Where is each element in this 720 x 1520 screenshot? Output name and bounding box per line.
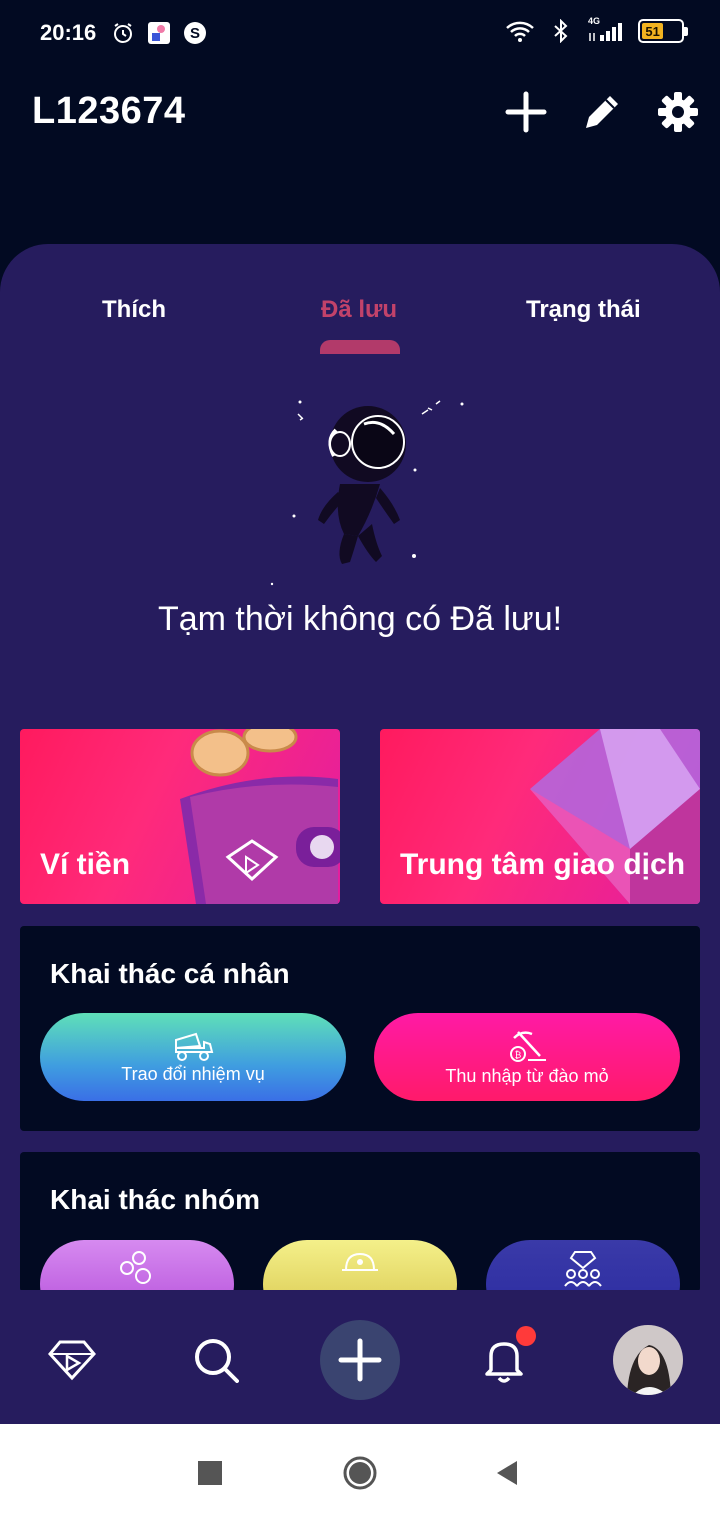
- add-button[interactable]: [502, 88, 550, 136]
- status-right-icons: 4G 51: [504, 16, 688, 44]
- empty-state-message: Tạm thời không có Đã lưu!: [157, 600, 563, 638]
- square-icon: [198, 1461, 222, 1485]
- group-mining-button-3[interactable]: [486, 1240, 680, 1290]
- tab-saved[interactable]: Đã lưu: [321, 296, 397, 324]
- status-left-icons: S: [110, 20, 208, 46]
- home-button[interactable]: [335, 1448, 385, 1498]
- nav-create-button[interactable]: [320, 1320, 400, 1400]
- group-circles-icon: [120, 1251, 151, 1284]
- astronaut-illustration: [270, 400, 464, 586]
- back-button[interactable]: [482, 1448, 532, 1498]
- edit-button[interactable]: [578, 88, 626, 136]
- svg-text:₿: ₿: [515, 1050, 522, 1060]
- group-mining-button-1[interactable]: [40, 1240, 234, 1290]
- mining-income-button[interactable]: ₿ Thu nhập từ đào mỏ: [374, 1013, 680, 1101]
- recent-apps-button[interactable]: [185, 1448, 235, 1498]
- alarm-icon: [110, 20, 136, 46]
- nav-profile[interactable]: [608, 1320, 688, 1400]
- profile-header: L123674: [0, 70, 720, 160]
- group-mining-section: Khai thác nhóm: [20, 1152, 700, 1290]
- personal-mining-title: Khai thác cá nhân: [50, 958, 290, 989]
- bluetooth-icon: [548, 18, 574, 44]
- avatar: [613, 1325, 683, 1395]
- task-exchange-button[interactable]: Trao đổi nhiệm vụ: [40, 1013, 346, 1101]
- status-time: 20:16: [40, 20, 97, 45]
- status-bar: 20:16 S 4G 51: [0, 0, 720, 70]
- network-label: 4G: [588, 16, 601, 26]
- wallet-card[interactable]: Ví tiền: [20, 729, 340, 904]
- diamond-home-icon: [48, 1340, 96, 1381]
- wifi-icon: [504, 18, 536, 44]
- battery-indicator: 51: [638, 19, 688, 43]
- header-actions: [502, 88, 702, 136]
- team-diamond-icon: [564, 1251, 602, 1287]
- helmet-icon: [342, 1252, 378, 1271]
- exchange-center-label: Trung tâm giao dịch: [400, 848, 686, 881]
- s-app-icon: S: [182, 20, 208, 46]
- battery-level: 51: [642, 23, 664, 39]
- add-icon: [338, 1338, 382, 1382]
- bottom-nav: [0, 1290, 720, 1424]
- circle-icon: [343, 1456, 377, 1490]
- personal-mining-section: Khai thác cá nhân Trao đổi nhiệm vụ ₿ Th…: [20, 926, 700, 1131]
- exchange-center-card[interactable]: Trung tâm giao dịch: [380, 729, 700, 904]
- back-triangle-icon: [497, 1461, 517, 1485]
- nav-search[interactable]: [176, 1320, 256, 1400]
- tab-bar: Thích Đã lưu Trạng thái: [0, 296, 720, 366]
- dump-truck-icon: [175, 1032, 214, 1061]
- wallet-label: Ví tiền: [40, 848, 131, 881]
- pickaxe-coin-icon: ₿: [510, 1030, 546, 1062]
- content-panel: Thích Đã lưu Trạng thái Tạm thời không c…: [0, 244, 720, 1290]
- system-nav-bar: [0, 1424, 720, 1520]
- group-mining-button-2[interactable]: [263, 1240, 457, 1290]
- active-tab-indicator: [320, 340, 400, 354]
- group-mining-title: Khai thác nhóm: [50, 1184, 261, 1215]
- tab-status[interactable]: Trạng thái: [526, 296, 641, 324]
- signal-4g-icon: 4G: [586, 16, 626, 44]
- username: L123674: [32, 90, 186, 132]
- tab-liked[interactable]: Thích: [102, 296, 166, 324]
- app-notification-icon: [146, 20, 172, 46]
- settings-button[interactable]: [654, 88, 702, 136]
- mining-income-label: Thu nhập từ đào mỏ: [445, 1065, 609, 1086]
- nav-notifications[interactable]: [464, 1320, 544, 1400]
- edit-icon: [586, 96, 618, 128]
- nav-home[interactable]: [32, 1320, 112, 1400]
- add-icon: [505, 91, 547, 133]
- settings-icon: [658, 92, 698, 132]
- svg-text:S: S: [190, 25, 200, 42]
- task-exchange-label: Trao đổi nhiệm vụ: [121, 1063, 265, 1084]
- notification-badge: [516, 1326, 536, 1346]
- search-icon: [195, 1339, 239, 1383]
